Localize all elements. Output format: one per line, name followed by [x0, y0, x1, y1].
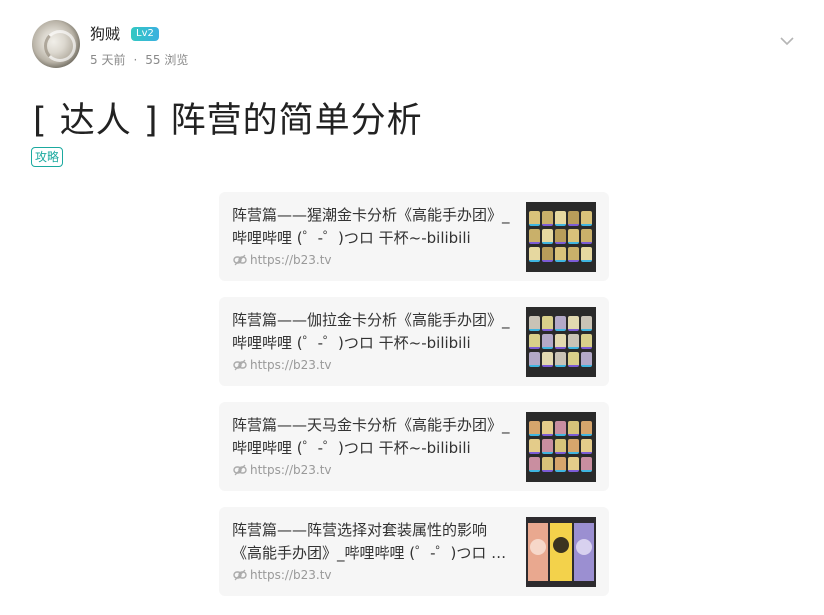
thumbnail-tile: [542, 352, 553, 367]
link-url-text: https://b23.tv: [250, 463, 332, 477]
level-badge: Lv2: [131, 27, 159, 41]
thumbnail-art: [526, 517, 596, 587]
thumbnail-tile: [555, 421, 566, 436]
thumbnail-tile: [581, 457, 592, 472]
video-thumbnail: [526, 517, 596, 587]
thumbnail-tile: [542, 439, 553, 454]
thumbnail-tile: [581, 229, 592, 244]
link-url-text: https://b23.tv: [250, 253, 332, 267]
thumbnail-tile: [581, 439, 592, 454]
thumbnail-tile: [568, 334, 579, 349]
thumbnail-tile: [555, 439, 566, 454]
thumbnail-tile: [581, 247, 592, 262]
thumbnail-tile: [555, 352, 566, 367]
thumbnail-tile: [555, 247, 566, 262]
tag-guide[interactable]: 攻略: [31, 147, 64, 167]
thumbnail-tile: [555, 229, 566, 244]
link-card-url: https://b23.tv: [233, 568, 332, 582]
author-name[interactable]: 狗贼: [90, 23, 120, 44]
link-card-url: https://b23.tv: [233, 253, 332, 267]
thumbnail-tile: [555, 316, 566, 331]
thumbnail-tile: [529, 247, 540, 262]
link-card[interactable]: 阵营篇——阵营选择对套装属性的影响《高能手办团》_哔哩哔哩 (゜-゜)つロ 干杯…: [219, 507, 609, 596]
thumbnail-tile: [555, 457, 566, 472]
thumbnail-tile: [555, 211, 566, 226]
post-meta: 5 天前 · 55 浏览: [90, 51, 188, 68]
thumbnail-tile: [581, 421, 592, 436]
link-icon: [233, 359, 247, 371]
thumbnail-tile: [529, 316, 540, 331]
thumbnail-tile: [542, 247, 553, 262]
link-card-list: 阵营篇——猩潮金卡分析《高能手办团》_哔哩哔哩 (゜-゜)つロ 干杯~-bili…: [219, 192, 609, 612]
thumbnail-tile: [529, 229, 540, 244]
link-icon: [233, 254, 247, 266]
thumbnail-tile: [568, 457, 579, 472]
thumbnail-tile: [542, 211, 553, 226]
link-card-url: https://b23.tv: [233, 463, 332, 477]
thumbnail-tile: [529, 439, 540, 454]
thumbnail-tile: [581, 211, 592, 226]
link-url-text: https://b23.tv: [250, 568, 332, 582]
thumbnail-tile: [529, 457, 540, 472]
video-thumbnail: [526, 412, 596, 482]
link-icon: [233, 464, 247, 476]
video-thumbnail: [526, 202, 596, 272]
link-icon: [233, 569, 247, 581]
thumbnail-tile: [568, 421, 579, 436]
thumbnail-tile: [542, 334, 553, 349]
thumbnail-tile: [568, 211, 579, 226]
view-count: 55 浏览: [145, 53, 189, 67]
thumbnail-tile: [581, 352, 592, 367]
meta-separator: ·: [133, 53, 138, 67]
thumbnail-tile: [529, 211, 540, 226]
link-card[interactable]: 阵营篇——猩潮金卡分析《高能手办团》_哔哩哔哩 (゜-゜)つロ 干杯~-bili…: [219, 192, 609, 281]
chevron-down-icon[interactable]: [780, 34, 794, 48]
thumbnail-tile: [568, 229, 579, 244]
thumbnail-tile: [542, 316, 553, 331]
thumbnail-tile: [581, 316, 592, 331]
link-card[interactable]: 阵营篇——伽拉金卡分析《高能手办团》_哔哩哔哩 (゜-゜)つロ 干杯~-bili…: [219, 297, 609, 386]
thumbnail-tile: [529, 421, 540, 436]
page-title: [ 达人 ] 阵营的简单分析: [33, 101, 423, 141]
thumbnail-tile: [568, 352, 579, 367]
thumbnail-tile: [529, 334, 540, 349]
link-url-text: https://b23.tv: [250, 358, 332, 372]
link-card-title: 阵营篇——天马金卡分析《高能手办团》_哔哩哔哩 (゜-゜)つロ 干杯~-bili…: [232, 416, 510, 457]
thumbnail-tile: [542, 229, 553, 244]
link-card-url: https://b23.tv: [233, 358, 332, 372]
thumbnail-tile: [581, 334, 592, 349]
thumbnail-tile: [568, 439, 579, 454]
post-header: 狗贼 Lv2 5 天前 · 55 浏览: [32, 20, 802, 70]
link-card-title: 阵营篇——伽拉金卡分析《高能手办团》_哔哩哔哩 (゜-゜)つロ 干杯~-bili…: [232, 311, 510, 352]
link-card-title: 阵营篇——猩潮金卡分析《高能手办团》_哔哩哔哩 (゜-゜)つロ 干杯~-bili…: [232, 206, 510, 247]
video-thumbnail: [526, 307, 596, 377]
post-time: 5 天前: [90, 53, 126, 67]
avatar[interactable]: [32, 20, 80, 68]
thumbnail-tile: [568, 247, 579, 262]
thumbnail-tile: [555, 334, 566, 349]
thumbnail-tile: [542, 457, 553, 472]
thumbnail-tile: [542, 421, 553, 436]
thumbnail-tile: [529, 352, 540, 367]
thumbnail-tile: [568, 316, 579, 331]
link-card[interactable]: 阵营篇——天马金卡分析《高能手办团》_哔哩哔哩 (゜-゜)つロ 干杯~-bili…: [219, 402, 609, 491]
link-card-title: 阵营篇——阵营选择对套装属性的影响《高能手办团》_哔哩哔哩 (゜-゜)つロ 干杯…: [232, 521, 507, 562]
